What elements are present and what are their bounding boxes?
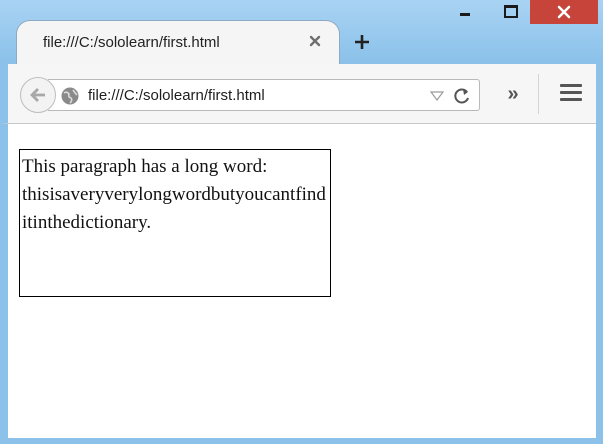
navigation-toolbar: file:///C:/sololearn/first.html »	[0, 64, 596, 124]
reload-icon[interactable]	[452, 86, 472, 106]
hamburger-menu-icon[interactable]	[560, 84, 582, 102]
overflow-chevron-icon[interactable]: »	[502, 80, 524, 108]
long-word-paragraph: This paragraph has a long word: thisisav…	[19, 149, 331, 297]
toolbar-separator	[538, 74, 539, 114]
close-icon	[557, 5, 571, 19]
minimize-icon	[460, 12, 470, 16]
url-text: file:///C:/sololearn/first.html	[88, 87, 265, 104]
close-window-button[interactable]	[530, 0, 598, 24]
tab-close-icon[interactable]	[307, 33, 323, 49]
back-button[interactable]	[20, 77, 56, 113]
tab-active[interactable]: file:///C:/sololearn/first.html	[16, 20, 340, 67]
back-arrow-icon	[30, 88, 45, 102]
page-content: This paragraph has a long word: thisisav…	[8, 124, 596, 438]
minimize-button[interactable]	[448, 0, 482, 22]
tab-title: file:///C:/sololearn/first.html	[43, 34, 220, 51]
globe-icon	[61, 87, 79, 105]
new-tab-icon[interactable]	[352, 32, 372, 52]
url-bar[interactable]: file:///C:/sololearn/first.html	[48, 79, 480, 111]
maximize-button[interactable]	[494, 0, 528, 22]
maximize-icon	[504, 4, 518, 18]
history-dropdown-icon[interactable]	[430, 89, 444, 103]
